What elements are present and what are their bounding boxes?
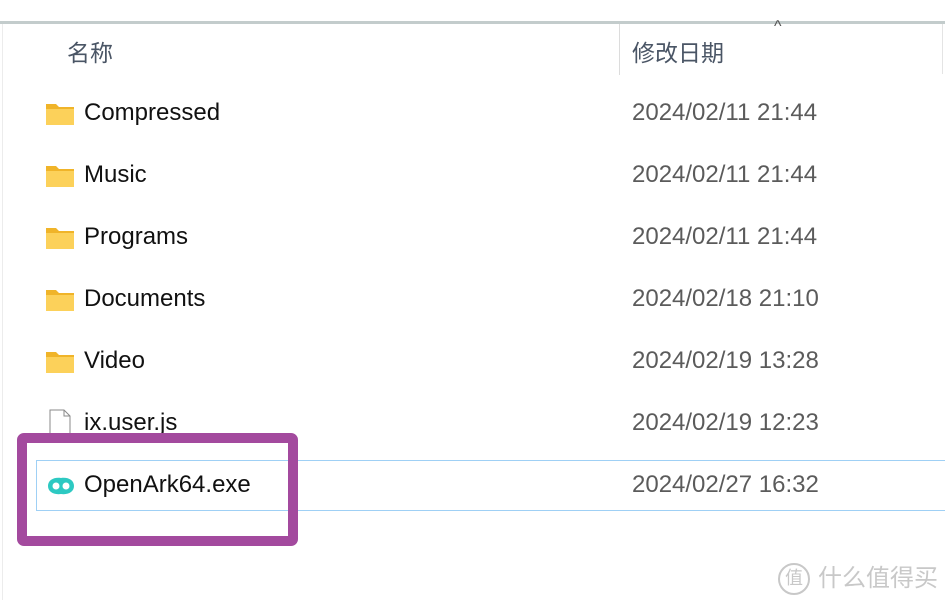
- file-name: Music: [84, 161, 147, 188]
- column-header-name[interactable]: 名称: [67, 34, 113, 68]
- file-name: Compressed: [84, 99, 221, 126]
- column-divider[interactable]: [619, 24, 620, 75]
- file-row[interactable]: Documents 2024/02/18 21:10: [0, 275, 945, 327]
- file-row[interactable]: Compressed 2024/02/11 21:44: [0, 89, 945, 141]
- file-date: 2024/02/11 21:44: [632, 223, 818, 250]
- watermark-text: 什么值得买: [818, 564, 938, 592]
- file-row[interactable]: Programs 2024/02/11 21:44: [0, 213, 945, 265]
- file-name: Video: [84, 347, 145, 374]
- right-border: [942, 24, 943, 74]
- file-name: Programs: [84, 223, 189, 250]
- header-top-border: [0, 21, 945, 24]
- file-name: Documents: [84, 285, 206, 312]
- chevron-up-icon[interactable]: ^: [774, 18, 782, 36]
- highlight-box: [17, 433, 298, 546]
- file-date: 2024/02/18 21:10: [632, 285, 819, 312]
- folder-icon: [45, 287, 75, 313]
- folder-icon: [45, 163, 75, 189]
- watermark-badge: 值: [778, 563, 810, 595]
- watermark: 值什么值得买: [778, 558, 938, 595]
- file-date: 2024/02/19 13:28: [632, 347, 819, 374]
- file-date: 2024/02/11 21:44: [632, 161, 818, 188]
- file-row[interactable]: Video 2024/02/19 13:28: [0, 337, 945, 389]
- folder-icon: [45, 225, 75, 251]
- folder-icon: [45, 349, 75, 375]
- file-date: 2024/02/11 21:44: [632, 99, 818, 126]
- folder-icon: [45, 101, 75, 127]
- file-row[interactable]: Music 2024/02/11 21:44: [0, 151, 945, 203]
- file-date: 2024/02/19 12:23: [632, 409, 819, 436]
- column-header-date[interactable]: 修改日期: [632, 34, 724, 68]
- file-date: 2024/02/27 16:32: [632, 471, 819, 498]
